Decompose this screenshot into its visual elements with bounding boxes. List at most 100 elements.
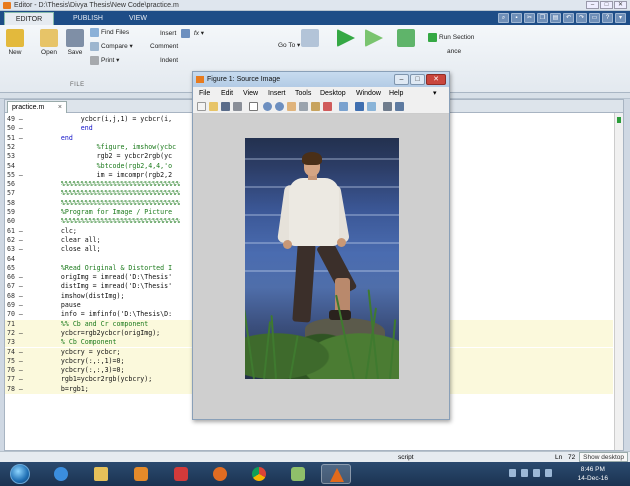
taskbar-chrome[interactable] <box>244 464 274 484</box>
help-icon[interactable]: ? <box>602 13 613 23</box>
figure-minimize-button[interactable]: – <box>394 74 409 85</box>
line-number: 61 – <box>7 226 23 235</box>
taskbar-ie[interactable] <box>46 464 76 484</box>
breakpoints-button[interactable] <box>299 29 321 49</box>
menu-desktop[interactable]: Desktop <box>320 87 346 100</box>
figure-maximize-button[interactable]: □ <box>410 74 425 85</box>
save-button[interactable]: Save <box>64 29 86 56</box>
undo-icon[interactable]: ↶ <box>563 13 574 23</box>
legend-icon[interactable] <box>367 102 376 111</box>
tab-view[interactable]: VIEW <box>122 12 154 25</box>
editor-file-tab[interactable]: practice.m × <box>7 101 67 113</box>
person-hair <box>302 152 322 165</box>
menu-insert[interactable]: Insert <box>268 87 286 100</box>
status-mode: script <box>398 454 414 461</box>
matlab-icon <box>330 468 344 482</box>
tray-network-icon[interactable] <box>521 469 528 477</box>
figure-icon <box>196 76 204 83</box>
show-tools-icon[interactable] <box>395 102 404 111</box>
show-desktop-button[interactable]: Show desktop <box>579 452 628 462</box>
menu-view[interactable]: View <box>243 87 258 100</box>
tab-publish[interactable]: PUBLISH <box>66 12 110 25</box>
taskbar-explorer[interactable] <box>86 464 116 484</box>
tray-flag-icon[interactable] <box>533 469 540 477</box>
insert-icon <box>181 29 191 38</box>
run-advance-button[interactable] <box>364 29 384 49</box>
zoom-out-icon[interactable] <box>275 102 284 111</box>
save-icon[interactable]: ▪ <box>511 13 522 23</box>
tab-editor[interactable]: EDITOR <box>4 12 54 25</box>
rotate-icon[interactable] <box>299 102 308 111</box>
code-text: clc; <box>49 226 77 235</box>
close-tab-icon[interactable]: × <box>58 102 62 113</box>
line-number: 57 <box>7 189 15 198</box>
tray-up-icon[interactable] <box>509 469 516 477</box>
hide-tools-icon[interactable] <box>383 102 392 111</box>
taskbar-media[interactable] <box>126 464 156 484</box>
editor-scrollbar[interactable] <box>614 113 623 450</box>
new-figure-icon[interactable] <box>197 102 206 111</box>
copy-icon[interactable]: ❐ <box>537 13 548 23</box>
save-figure-icon[interactable] <box>221 102 230 111</box>
status-line-value: 72 <box>568 454 576 461</box>
menu-window[interactable]: Window <box>356 87 381 100</box>
compare-button[interactable]: Compare ▾ <box>90 42 133 51</box>
advance-button[interactable]: ance <box>447 48 461 55</box>
tray-volume-icon[interactable] <box>545 469 552 477</box>
go-to-button[interactable]: Go To ▾ <box>278 41 300 49</box>
print-button[interactable]: Print ▾ <box>90 56 119 65</box>
menu-file[interactable]: File <box>199 87 210 100</box>
pointer-icon[interactable] <box>249 102 258 111</box>
pan-icon[interactable] <box>287 102 296 111</box>
new-file-icon <box>6 29 24 47</box>
link-plot-icon[interactable] <box>339 102 348 111</box>
print-figure-icon[interactable] <box>233 102 242 111</box>
menu-tools[interactable]: Tools <box>295 87 311 100</box>
taskbar-firefox[interactable] <box>205 464 235 484</box>
line-number: 51 – <box>7 133 23 142</box>
cut-icon[interactable]: ✂ <box>524 13 535 23</box>
menu-edit[interactable]: Edit <box>221 87 233 100</box>
open-file-icon[interactable] <box>209 102 218 111</box>
taskbar-app-green[interactable] <box>283 464 313 484</box>
expand-icon[interactable]: ▾ <box>615 13 626 23</box>
line-number: 78 – <box>7 384 23 393</box>
colorbar-icon[interactable] <box>355 102 364 111</box>
figure-close-button[interactable]: ✕ <box>426 74 446 85</box>
code-text: ycbcry(:,:,3)=0; <box>49 366 125 375</box>
redo-icon[interactable]: ↷ <box>576 13 587 23</box>
comment-button[interactable]: Comment <box>150 43 178 50</box>
water-ripple <box>245 270 399 272</box>
run-button[interactable] <box>336 29 356 49</box>
minimize-button[interactable]: – <box>586 1 599 9</box>
indent-button[interactable]: Indent <box>160 57 178 64</box>
search-icon[interactable]: ⌕ <box>498 13 509 23</box>
brush-icon[interactable] <box>323 102 332 111</box>
menu-overflow-icon[interactable]: ▾ <box>433 87 437 100</box>
source-image <box>245 138 399 379</box>
find-files-button[interactable]: Find Files <box>90 28 129 37</box>
media-app-icon <box>174 467 188 481</box>
code-text: end <box>49 133 73 142</box>
paste-icon[interactable]: ▤ <box>550 13 561 23</box>
taskbar-app-red[interactable] <box>166 464 196 484</box>
clock-time: 8:46 PM <box>580 466 605 473</box>
maximize-button[interactable]: □ <box>600 1 613 9</box>
menu-help[interactable]: Help <box>389 87 403 100</box>
start-button[interactable] <box>10 464 30 484</box>
run-section-button[interactable]: Run Section <box>428 33 474 42</box>
switch-windows-icon[interactable]: ▭ <box>589 13 600 23</box>
run-time-button[interactable] <box>396 29 416 49</box>
taskbar-clock[interactable]: 8:46 PM 14-Dec-16 <box>578 465 608 483</box>
taskbar-matlab[interactable] <box>321 464 351 484</box>
figure-window[interactable]: Figure 1: Source Image – □ ✕ File Edit V… <box>192 71 450 420</box>
new-button[interactable]: New <box>4 29 26 56</box>
data-cursor-icon[interactable] <box>311 102 320 111</box>
insert-button[interactable]: Insert fx ▾ <box>160 29 204 38</box>
close-button[interactable]: ✕ <box>614 1 627 9</box>
open-button[interactable]: Open <box>38 29 60 56</box>
code-text: rgb1=ycbcr2rgb(ycbcry); <box>49 375 153 384</box>
code-text: %%%%%%%%%%%%%%%%%%%%%%%%%%%%%% <box>49 217 181 226</box>
line-number: 74 – <box>7 347 23 356</box>
zoom-in-icon[interactable] <box>263 102 272 111</box>
